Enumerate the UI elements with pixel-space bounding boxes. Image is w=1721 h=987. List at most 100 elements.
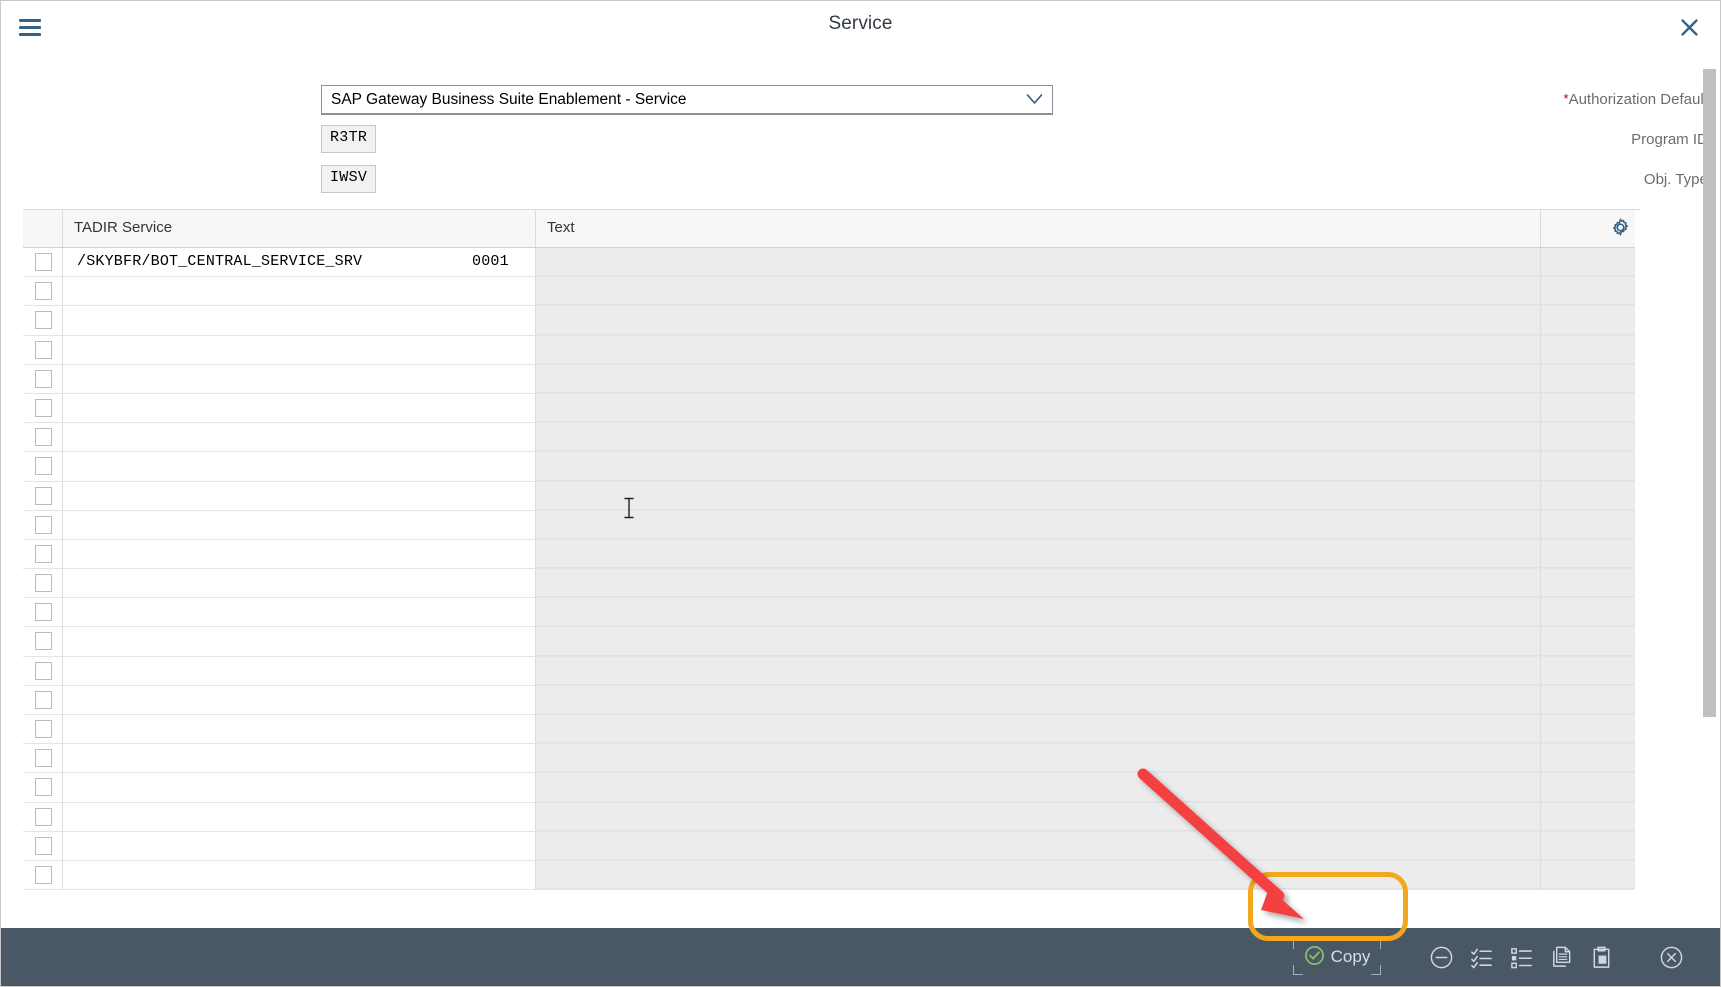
copy-button[interactable]: Copy	[1291, 937, 1383, 977]
row-checkbox[interactable]	[35, 749, 52, 768]
row-checkbox[interactable]	[35, 544, 52, 563]
service-cell[interactable]: /SKYBFR/BOT_CENTRAL_SERVICE_SRV 0001	[63, 248, 536, 277]
text-cell[interactable]	[536, 715, 1541, 744]
table-row[interactable]	[23, 539, 1640, 570]
service-cell[interactable]	[63, 744, 536, 773]
close-circle-icon[interactable]	[1651, 937, 1691, 977]
text-cell[interactable]	[536, 685, 1541, 714]
vertical-scrollbar[interactable]	[1703, 59, 1716, 801]
column-header-text[interactable]: Text	[536, 210, 1541, 247]
service-cell[interactable]	[63, 685, 536, 714]
table-row[interactable]	[23, 744, 1640, 774]
text-cell[interactable]	[536, 277, 1541, 306]
service-cell[interactable]	[63, 364, 536, 393]
row-checkbox[interactable]	[35, 836, 52, 855]
row-checkbox[interactable]	[35, 486, 52, 505]
text-cell[interactable]	[536, 744, 1541, 773]
row-checkbox[interactable]	[35, 690, 52, 709]
service-cell[interactable]	[63, 452, 536, 481]
service-cell[interactable]	[63, 715, 536, 744]
text-cell[interactable]	[536, 481, 1541, 510]
chevron-down-icon[interactable]	[1026, 93, 1043, 111]
row-checkbox[interactable]	[35, 515, 52, 534]
table-row[interactable]	[23, 656, 1640, 686]
row-checkbox[interactable]	[35, 661, 52, 680]
table-row[interactable]	[23, 627, 1640, 657]
service-cell[interactable]	[63, 627, 536, 656]
row-checkbox[interactable]	[35, 574, 52, 593]
vertical-scrollbar-thumb[interactable]	[1703, 69, 1716, 717]
text-cell[interactable]	[536, 627, 1541, 656]
text-cell[interactable]	[536, 452, 1541, 481]
table-row[interactable]	[23, 277, 1640, 307]
service-cell[interactable]	[63, 539, 536, 569]
service-cell[interactable]	[63, 831, 536, 860]
authorization-default-dropdown[interactable]: SAP Gateway Business Suite Enablement - …	[321, 85, 1053, 115]
row-checkbox[interactable]	[35, 778, 52, 797]
bullet-list-icon[interactable]	[1501, 937, 1541, 977]
service-cell[interactable]	[63, 393, 536, 423]
table-row[interactable]	[23, 831, 1640, 861]
text-cell[interactable]	[536, 831, 1541, 860]
close-icon[interactable]	[1674, 12, 1704, 42]
service-cell[interactable]	[63, 656, 536, 685]
row-checkbox[interactable]	[35, 807, 52, 826]
table-row[interactable]	[23, 393, 1640, 424]
table-row[interactable]	[23, 773, 1640, 803]
service-cell[interactable]	[63, 423, 536, 452]
service-cell[interactable]	[63, 306, 536, 335]
row-checkbox[interactable]	[35, 253, 52, 271]
table-row[interactable]	[23, 364, 1640, 394]
table-row[interactable]	[23, 860, 1640, 891]
table-row[interactable]	[23, 802, 1640, 832]
minus-circle-icon[interactable]	[1421, 937, 1461, 977]
row-checkbox[interactable]	[35, 340, 52, 359]
service-cell[interactable]	[63, 569, 536, 598]
table-row[interactable]	[23, 685, 1640, 715]
text-cell[interactable]	[536, 423, 1541, 452]
service-cell[interactable]	[63, 277, 536, 306]
row-checkbox[interactable]	[35, 865, 52, 884]
service-cell[interactable]	[63, 335, 536, 364]
row-checkbox[interactable]	[35, 428, 52, 447]
text-cell[interactable]	[536, 773, 1541, 802]
table-row[interactable]	[23, 481, 1640, 511]
text-cell[interactable]	[536, 306, 1541, 335]
checklist-icon[interactable]	[1461, 937, 1501, 977]
table-row[interactable]	[23, 423, 1640, 453]
table-row[interactable]	[23, 715, 1640, 745]
paste-clipboard-icon[interactable]	[1581, 937, 1621, 977]
table-row[interactable]	[23, 510, 1640, 540]
row-checkbox[interactable]	[35, 603, 52, 622]
service-cell[interactable]	[63, 510, 536, 539]
row-checkbox[interactable]	[35, 282, 52, 301]
text-cell[interactable]	[536, 335, 1541, 364]
row-checkbox[interactable]	[35, 398, 52, 417]
row-checkbox[interactable]	[35, 369, 52, 388]
row-checkbox[interactable]	[35, 632, 52, 651]
text-cell[interactable]	[536, 656, 1541, 685]
row-checkbox[interactable]	[35, 457, 52, 476]
text-cell[interactable]	[536, 539, 1541, 569]
text-cell[interactable]	[536, 248, 1541, 277]
text-cell[interactable]	[536, 510, 1541, 539]
table-row[interactable]	[23, 452, 1640, 482]
table-row[interactable]: /SKYBFR/BOT_CENTRAL_SERVICE_SRV 0001	[23, 248, 1640, 278]
gear-icon[interactable]	[1610, 218, 1630, 238]
service-cell[interactable]	[63, 802, 536, 831]
text-cell[interactable]	[536, 598, 1541, 627]
table-row[interactable]	[23, 598, 1640, 628]
row-checkbox[interactable]	[35, 720, 52, 738]
text-cell[interactable]	[536, 860, 1541, 890]
service-cell[interactable]	[63, 481, 536, 510]
column-header-service[interactable]: TADIR Service	[63, 210, 536, 247]
table-row[interactable]	[23, 569, 1640, 599]
table-row[interactable]	[23, 335, 1640, 365]
service-cell[interactable]	[63, 598, 536, 627]
text-cell[interactable]	[536, 569, 1541, 598]
copy-documents-icon[interactable]	[1541, 937, 1581, 977]
text-cell[interactable]	[536, 802, 1541, 831]
text-cell[interactable]	[536, 393, 1541, 423]
service-cell[interactable]	[63, 860, 536, 890]
table-row[interactable]	[23, 306, 1640, 336]
